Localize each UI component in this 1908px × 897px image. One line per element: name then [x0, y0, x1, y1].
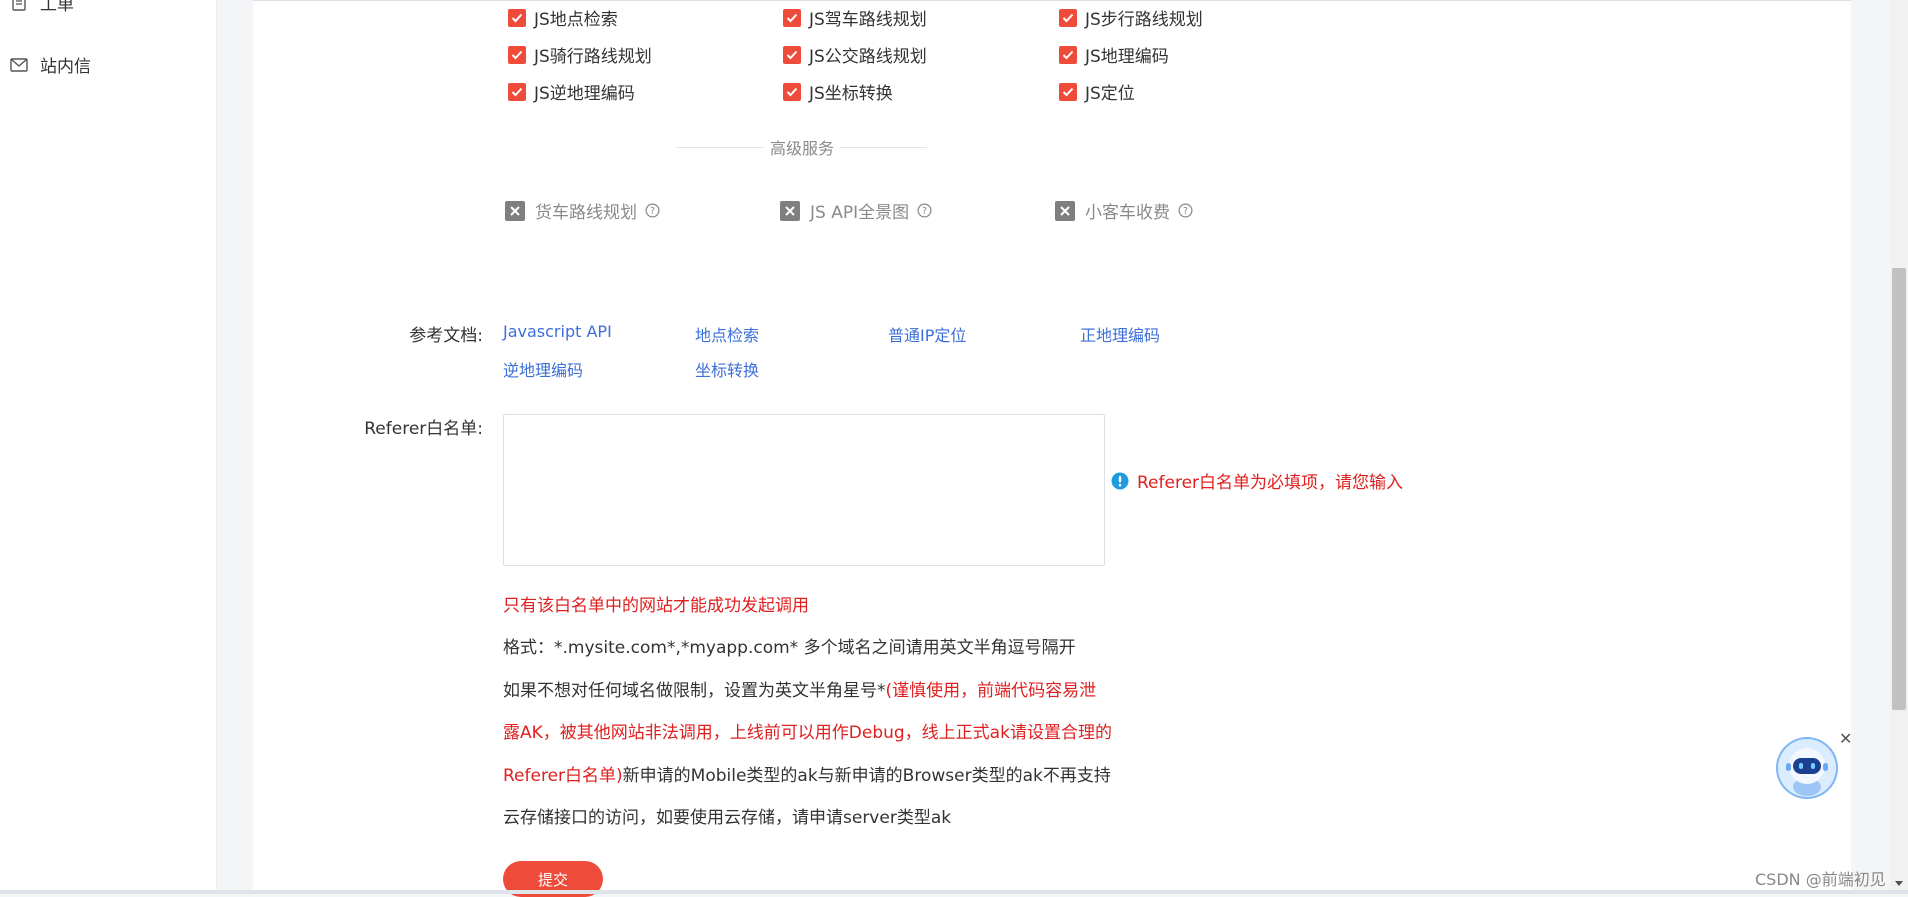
- help-line-3a: 如果不想对任何域名做限制，设置为英文半角星号*: [503, 681, 886, 701]
- help-icon[interactable]: ?: [645, 203, 660, 218]
- service-label: JS步行路线规划: [1085, 10, 1203, 30]
- service-label: JS驾车路线规划: [809, 10, 927, 30]
- referer-error: Referer白名单为必填项，请您输入: [1111, 468, 1403, 493]
- advanced-services-title: 高级服务: [770, 139, 835, 158]
- service-label: JS定位: [1085, 84, 1135, 104]
- service-checkbox[interactable]: JS驾车路线规划: [783, 5, 927, 30]
- doc-link-place-search[interactable]: 地点检索: [695, 322, 759, 346]
- docs-label: 参考文档:: [409, 326, 483, 346]
- advanced-service-checkbox: JS API全景图 ?: [780, 198, 932, 223]
- check-icon: [783, 82, 801, 101]
- scroll-down-arrow-icon[interactable]: [1893, 878, 1905, 890]
- help-line-5: Referer白名单)新申请的Mobile类型的ak与新申请的Browser类型…: [503, 761, 1111, 786]
- svg-text:?: ?: [922, 206, 927, 217]
- check-icon: [508, 8, 526, 27]
- advanced-service-label: 货车路线规划: [535, 203, 637, 223]
- close-icon[interactable]: ✕: [1839, 729, 1852, 748]
- service-checkbox[interactable]: JS地理编码: [1059, 42, 1169, 67]
- service-checkbox[interactable]: JS定位: [1059, 79, 1135, 104]
- check-icon: [1059, 45, 1077, 64]
- service-checkbox[interactable]: JS地点检索: [508, 5, 618, 30]
- help-line-3: 如果不想对任何域名做限制，设置为英文半角星号*(谨慎使用，前端代码容易泄: [503, 676, 1096, 701]
- service-label: JS公交路线规划: [809, 47, 927, 67]
- disabled-x-icon: [780, 200, 800, 221]
- scrollbar-thumb[interactable]: [1892, 268, 1906, 710]
- svg-text:?: ?: [1183, 206, 1188, 217]
- referer-label: Referer白名单:: [364, 419, 483, 439]
- advanced-service-checkbox: 货车路线规划 ?: [505, 198, 660, 223]
- service-checkbox[interactable]: JS公交路线规划: [783, 42, 927, 67]
- document-icon: [10, 0, 28, 12]
- check-icon: [1059, 8, 1077, 27]
- service-label: JS坐标转换: [809, 84, 893, 104]
- help-icon[interactable]: ?: [917, 203, 932, 218]
- watermark: CSDN @前端初见: [1755, 870, 1886, 889]
- doc-link-reverse-geocoding[interactable]: 逆地理编码: [503, 357, 583, 381]
- sidebar-item-label: 工单: [40, 0, 74, 15]
- service-label: JS骑行路线规划: [534, 47, 652, 67]
- help-line-4: 露AK，被其他网站非法调用，上线前可以用作Debug，线上正式ak请设置合理的: [503, 723, 1112, 743]
- bottom-border: [0, 890, 1908, 894]
- service-label: JS地点检索: [534, 10, 618, 30]
- help-icon[interactable]: ?: [1178, 203, 1193, 218]
- help-line-6: 云存储接口的访问，如要使用云存储，请申请server类型ak: [503, 808, 952, 828]
- check-icon: [508, 45, 526, 64]
- divider: [253, 0, 1851, 1]
- doc-link-geocoding[interactable]: 正地理编码: [1080, 322, 1160, 346]
- doc-link-coord-convert[interactable]: 坐标转换: [695, 357, 759, 381]
- sidebar: 工单 站内信: [0, 0, 217, 894]
- check-icon: [783, 45, 801, 64]
- info-alert-icon: [1111, 472, 1129, 490]
- mail-icon: [10, 56, 28, 74]
- referer-error-text: Referer白名单为必填项，请您输入: [1137, 473, 1404, 493]
- service-checkbox[interactable]: JS逆地理编码: [508, 79, 635, 104]
- advanced-services-divider: 高级服务: [677, 135, 928, 159]
- service-checkbox[interactable]: JS步行路线规划: [1059, 5, 1203, 30]
- main-content: JS地点检索 JS驾车路线规划 JS步行路线规划 JS骑行路线规划 JS公交路线…: [253, 0, 1851, 897]
- service-checkbox[interactable]: JS坐标转换: [783, 79, 893, 104]
- help-line-1: 只有该白名单中的网站才能成功发起调用: [503, 596, 809, 616]
- help-line-3b: (谨慎使用，前端代码容易泄: [885, 681, 1097, 701]
- service-checkbox[interactable]: JS骑行路线规划: [508, 42, 652, 67]
- disabled-x-icon: [505, 200, 525, 221]
- advanced-service-label: 小客车收费: [1085, 203, 1170, 223]
- sidebar-item-label: 站内信: [40, 57, 91, 77]
- service-label: JS逆地理编码: [534, 84, 635, 104]
- advanced-service-checkbox: 小客车收费 ?: [1055, 198, 1193, 223]
- advanced-service-label: JS API全景图: [810, 203, 910, 223]
- svg-text:?: ?: [650, 206, 655, 217]
- sidebar-item-ticket[interactable]: 工单: [10, 0, 74, 15]
- referer-whitelist-input[interactable]: [503, 414, 1105, 566]
- robot-assistant-icon[interactable]: [1774, 735, 1840, 801]
- check-icon: [508, 82, 526, 101]
- doc-link-ip-location[interactable]: 普通IP定位: [888, 322, 966, 346]
- check-icon: [783, 8, 801, 27]
- help-line-5b: 新申请的Mobile类型的ak与新申请的Browser类型的ak不再支持: [622, 766, 1111, 786]
- check-icon: [1059, 82, 1077, 101]
- disabled-x-icon: [1055, 200, 1075, 221]
- sidebar-item-messages[interactable]: 站内信: [10, 52, 91, 77]
- doc-link-js-api[interactable]: Javascript API: [503, 322, 612, 341]
- help-line-5a: Referer白名单): [503, 766, 623, 786]
- help-line-2: 格式：*.mysite.com*,*myapp.com* 多个域名之间请用英文半…: [503, 638, 1076, 658]
- service-label: JS地理编码: [1085, 47, 1169, 67]
